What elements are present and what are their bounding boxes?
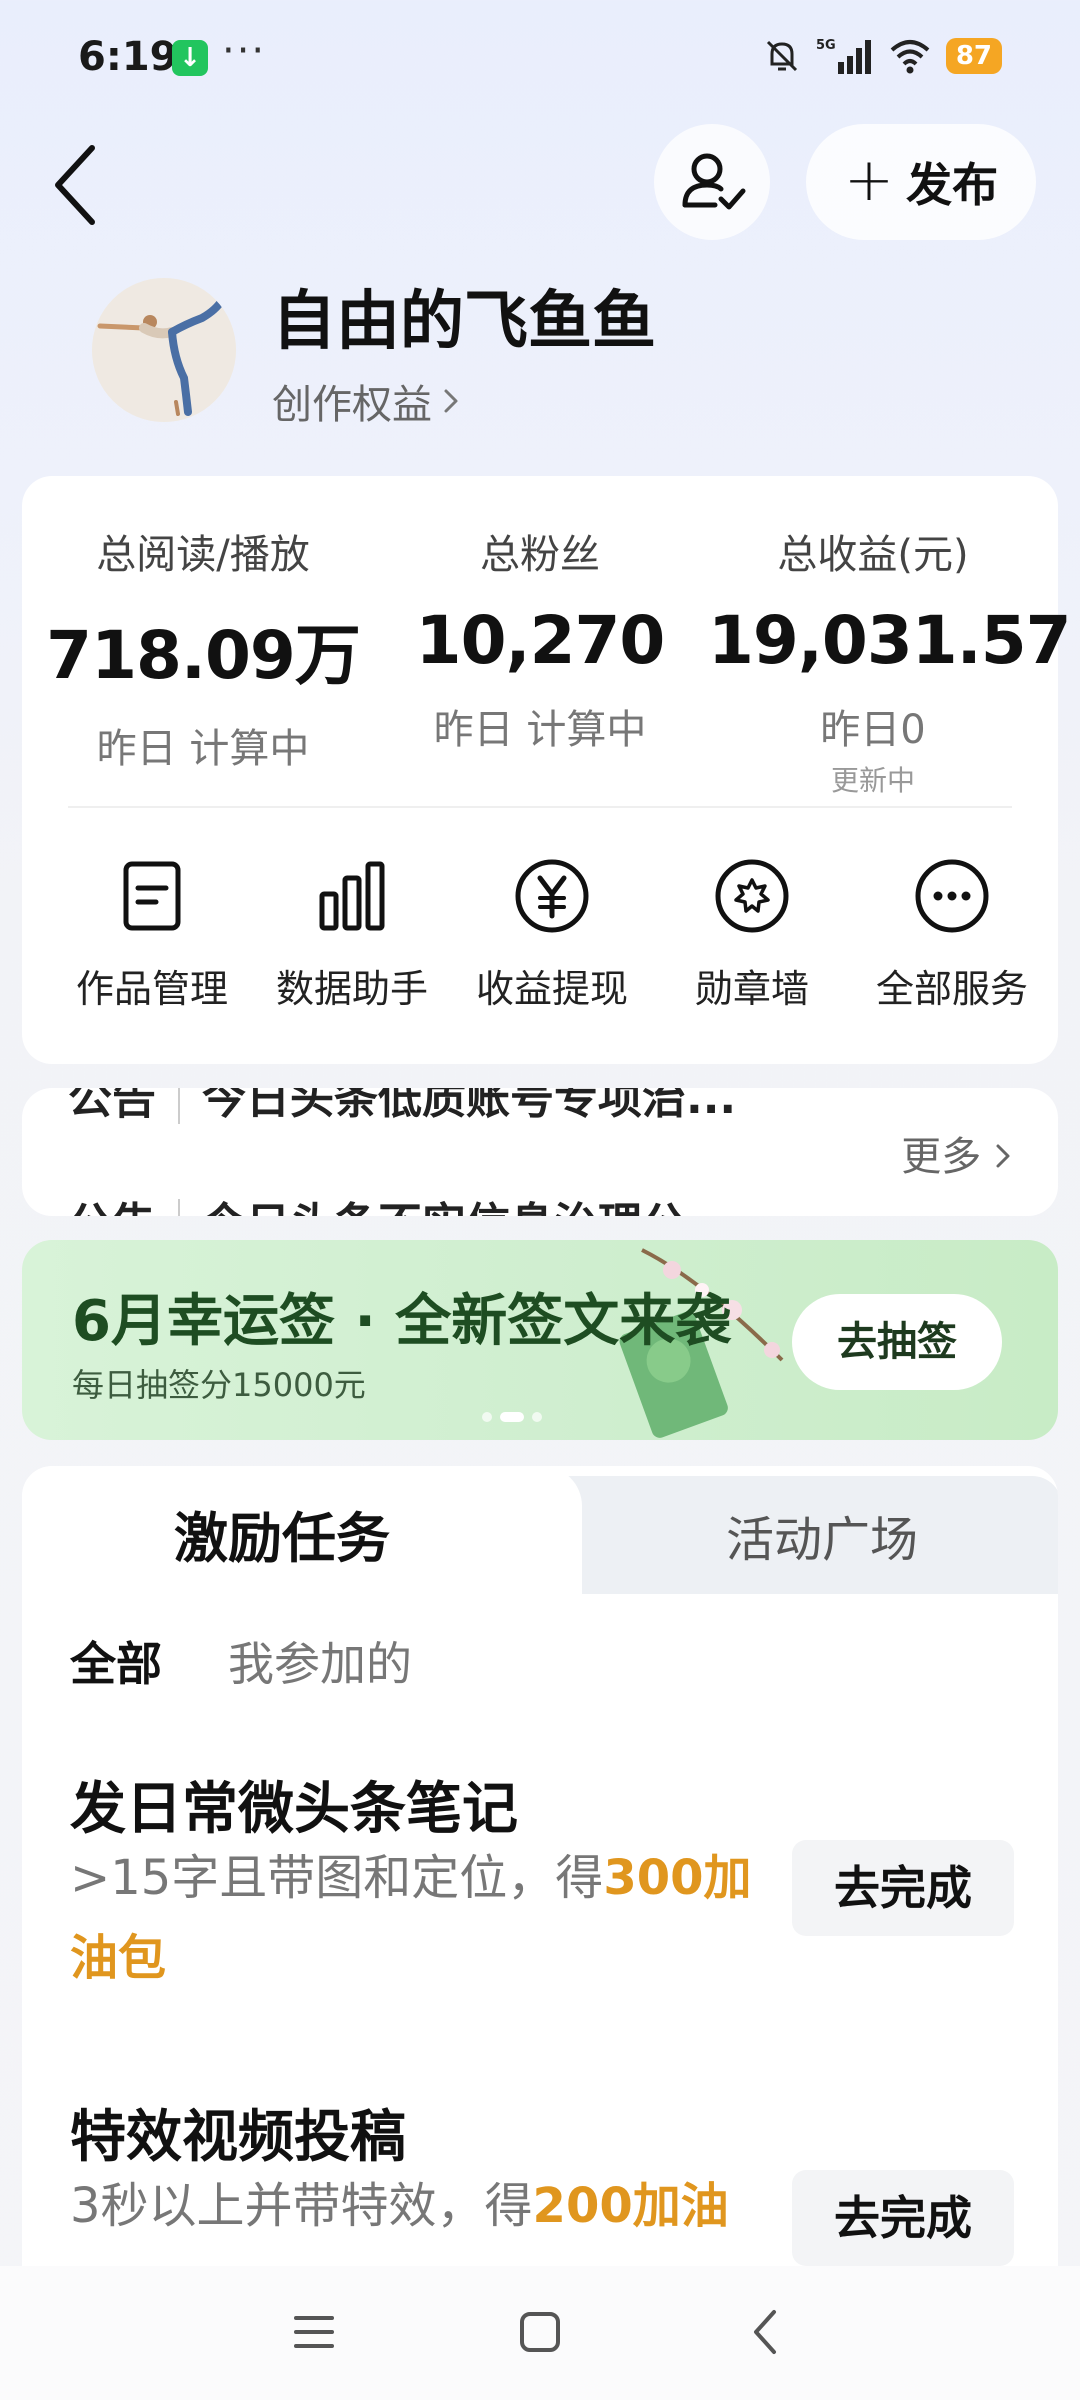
back-nav-icon[interactable] [736, 2302, 796, 2362]
stat-total-income[interactable]: 总收益(元) 19,031.57 昨日0 更新中 [708, 522, 1072, 799]
chevron-right-icon [444, 389, 458, 413]
more-link[interactable]: 更多 [901, 1124, 1012, 1182]
creator-rights-label: 创作权益 [272, 382, 432, 428]
tab-incentive-tasks[interactable]: 激励任务 [22, 1494, 542, 1573]
home-icon[interactable] [510, 2302, 570, 2362]
stat-value: 19,031.57 [708, 602, 1072, 679]
notice-tag: 公告 [68, 1199, 180, 1216]
stat-updating: 更新中 [830, 764, 915, 797]
more-label: 更多 [901, 1134, 982, 1180]
task-description: 3秒以上并带特效，得200加油 [70, 2166, 790, 2246]
username: 自由的飞鱼鱼 [272, 285, 656, 359]
mute-bell-icon [766, 40, 797, 72]
stat-yesterday: 昨日0 [820, 707, 926, 753]
stat-yesterday: 昨日 计算中 [96, 726, 310, 772]
wifi-icon [890, 40, 930, 74]
service-label: 数据助手 [275, 967, 428, 1011]
service-income-withdraw[interactable]: 收益提现 [452, 856, 652, 1013]
battery-indicator: 87 [945, 38, 1002, 74]
task-title: 发日常微头条笔记 [70, 1777, 518, 1842]
task-desc-text: 3秒以上并带特效，得 [70, 2178, 533, 2234]
system-nav-bar [0, 2266, 1080, 2400]
service-label: 作品管理 [75, 967, 228, 1011]
document-icon [123, 861, 181, 931]
filter-joined[interactable]: 我参加的 [228, 1628, 412, 1694]
stat-total-fans[interactable]: 总粉丝 10,270 昨日 计算中 [375, 522, 705, 755]
service-medal-wall[interactable]: 勋章墙 [652, 856, 852, 1013]
publish-button[interactable]: + 发布 [806, 124, 1036, 240]
service-label: 勋章墙 [694, 967, 809, 1011]
stat-total-reads[interactable]: 总阅读/播放 718.09万 昨日 计算中 [38, 522, 368, 774]
user-follow-icon [682, 153, 746, 210]
signal-icon: 5G [816, 38, 871, 74]
svg-text:5G: 5G [816, 38, 836, 53]
creator-rights-link[interactable]: 创作权益 [272, 372, 462, 430]
banner-subtitle: 每日抽签分15000元 [72, 1366, 366, 1404]
medal-icon [715, 859, 789, 933]
service-label: 收益提现 [475, 967, 628, 1011]
notice-item[interactable]: 公告 今日头条低质账号专项治... [68, 1088, 736, 1126]
notice-item[interactable]: 公告 今日头条不实信息治理公 [68, 1188, 686, 1216]
banner-title: 6月幸运签 · 全新签文来袭 [72, 1289, 732, 1354]
status-more-dots: ··· [222, 28, 267, 74]
draw-lot-button[interactable]: 去抽签 [792, 1294, 1002, 1390]
task-description: >15字且带图和定位，得300加油包 [70, 1838, 790, 1998]
status-bar: 6:19 ↓ ··· 5G 87 [0, 0, 1080, 120]
download-icon: ↓ [172, 40, 208, 76]
task-desc-text: >15字且带图和定位，得 [70, 1850, 604, 1906]
back-arrow-icon [55, 145, 95, 225]
stat-label: 总收益(元) [777, 532, 969, 578]
stat-yesterday: 昨日 计算中 [433, 707, 647, 753]
stats-card: 总阅读/播放 718.09万 昨日 计算中 总粉丝 10,270 昨日 计算中 … [22, 476, 1072, 1064]
complete-task-button[interactable]: 去完成 [792, 1840, 1014, 1936]
filter-all[interactable]: 全部 [70, 1628, 162, 1694]
stat-label: 总阅读/播放 [96, 532, 310, 578]
status-right: 5G 87 [762, 34, 1002, 78]
carousel-indicator [482, 1412, 542, 1422]
task-title: 特效视频投稿 [70, 2105, 406, 2170]
complete-task-button[interactable]: 去完成 [792, 2170, 1014, 2266]
task-reward: 200加油 [532, 2178, 729, 2234]
stat-label: 总粉丝 [480, 532, 600, 578]
bar-chart-icon [319, 861, 385, 931]
stat-value: 10,270 [415, 602, 666, 679]
service-data-assistant[interactable]: 数据助手 [252, 856, 452, 1013]
menu-icon[interactable] [284, 2302, 344, 2362]
plus-icon: + [843, 145, 895, 215]
service-works-management[interactable]: 作品管理 [52, 856, 252, 1013]
notice-card[interactable]: 公告今日头条低质账号专项治... 公告今日头条不实信息治理公 更多 [22, 1088, 1058, 1216]
notice-tag: 公告 [68, 1088, 180, 1124]
yoga-avatar-image [92, 278, 236, 422]
chevron-right-icon [996, 1144, 1010, 1168]
avatar[interactable] [92, 278, 236, 422]
notice-text: 今日头条不实信息治理公 [202, 1199, 686, 1216]
back-button[interactable] [44, 140, 114, 230]
stat-value: 718.09万 [46, 617, 361, 694]
tasks-card: 激励任务 活动广场 全部 我参加的 发日常微头条笔记 >15字且带图和定位，得3… [22, 1466, 1058, 2400]
status-time: 6:19 [78, 34, 178, 80]
divider [68, 806, 1012, 808]
yen-icon [515, 859, 589, 933]
notice-text: 今日头条低质账号专项治... [202, 1088, 737, 1124]
publish-label: 发布 [906, 158, 999, 212]
tab-activity-square[interactable]: 活动广场 [582, 1500, 1058, 1570]
service-all-services[interactable]: 全部服务 [852, 856, 1052, 1013]
lucky-draw-banner[interactable]: 6月幸运签 · 全新签文来袭 每日抽签分15000元 去抽签 [22, 1240, 1058, 1440]
service-label: 全部服务 [875, 967, 1028, 1011]
more-icon [915, 859, 989, 933]
follow-button[interactable] [654, 124, 770, 240]
